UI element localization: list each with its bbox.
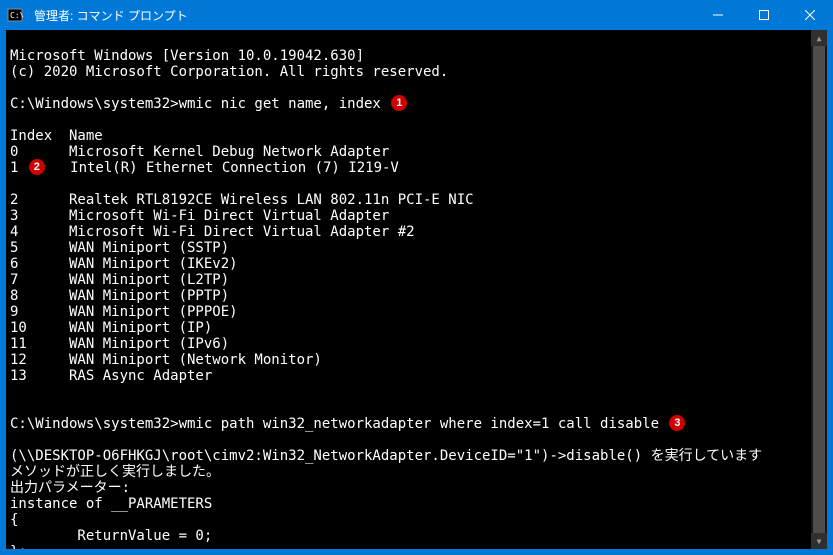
window-controls bbox=[695, 0, 833, 30]
table-row: 8 WAN Miniport (PPTP) bbox=[10, 288, 229, 304]
scroll-thumb[interactable] bbox=[813, 46, 825, 533]
close-button[interactable] bbox=[787, 0, 833, 30]
table-row: 3 Microsoft Wi-Fi Direct Virtual Adapter bbox=[10, 208, 389, 224]
table-row: 0 Microsoft Kernel Debug Network Adapter bbox=[10, 144, 389, 160]
output-line: (\\DESKTOP-O6FHKGJ\root\cimv2:Win32_Netw… bbox=[10, 448, 762, 464]
cmd-icon: C:\ bbox=[0, 0, 30, 30]
table-row: 11 WAN Miniport (IPv6) bbox=[10, 336, 229, 352]
table-row: 10 WAN Miniport (IP) bbox=[10, 320, 212, 336]
output-line: ReturnValue = 0; bbox=[10, 528, 212, 544]
table-row-name: Intel(R) Ethernet Connection (7) I219-V bbox=[45, 160, 399, 176]
scroll-up-arrow[interactable]: ▲ bbox=[811, 30, 827, 46]
vertical-scrollbar[interactable]: ▲ ▼ bbox=[811, 30, 827, 549]
table-row: 12 WAN Miniport (Network Monitor) bbox=[10, 352, 322, 368]
table-row: 4 Microsoft Wi-Fi Direct Virtual Adapter… bbox=[10, 224, 415, 240]
output-line: { bbox=[10, 512, 18, 528]
table-header: Index Name bbox=[10, 128, 103, 144]
table-row: 6 WAN Miniport (IKEv2) bbox=[10, 256, 238, 272]
minimize-button[interactable] bbox=[695, 0, 741, 30]
table-row: 9 WAN Miniport (PPPOE) bbox=[10, 304, 238, 320]
window-title: 管理者: コマンド プロンプト bbox=[30, 7, 695, 24]
annotation-badge-3: 3 bbox=[669, 415, 685, 431]
annotation-badge-2: 2 bbox=[29, 159, 45, 175]
output-line: Microsoft Windows [Version 10.0.19042.63… bbox=[10, 48, 364, 64]
scroll-down-arrow[interactable]: ▼ bbox=[811, 533, 827, 549]
table-row: 13 RAS Async Adapter bbox=[10, 368, 212, 384]
output-line: instance of __PARAMETERS bbox=[10, 496, 212, 512]
maximize-button[interactable] bbox=[741, 0, 787, 30]
prompt-command: C:\Windows\system32>wmic nic get name, i… bbox=[10, 96, 389, 112]
window-titlebar: C:\ 管理者: コマンド プロンプト bbox=[0, 0, 833, 30]
output-line: }; bbox=[10, 544, 27, 549]
table-row-index: 1 bbox=[10, 160, 27, 176]
output-line: 出力パラメーター: bbox=[10, 480, 130, 496]
table-row: 7 WAN Miniport (L2TP) bbox=[10, 272, 229, 288]
terminal-output[interactable]: Microsoft Windows [Version 10.0.19042.63… bbox=[6, 30, 827, 549]
annotation-badge-1: 1 bbox=[391, 95, 407, 111]
scroll-track[interactable] bbox=[811, 46, 827, 533]
table-row: 5 WAN Miniport (SSTP) bbox=[10, 240, 229, 256]
output-line: (c) 2020 Microsoft Corporation. All righ… bbox=[10, 64, 448, 80]
svg-text:C:\: C:\ bbox=[10, 11, 23, 20]
table-row: 2 Realtek RTL8192CE Wireless LAN 802.11n… bbox=[10, 192, 474, 208]
output-line: メソッドが正しく実行しました。 bbox=[10, 464, 220, 480]
prompt-command: C:\Windows\system32>wmic path win32_netw… bbox=[10, 416, 667, 432]
